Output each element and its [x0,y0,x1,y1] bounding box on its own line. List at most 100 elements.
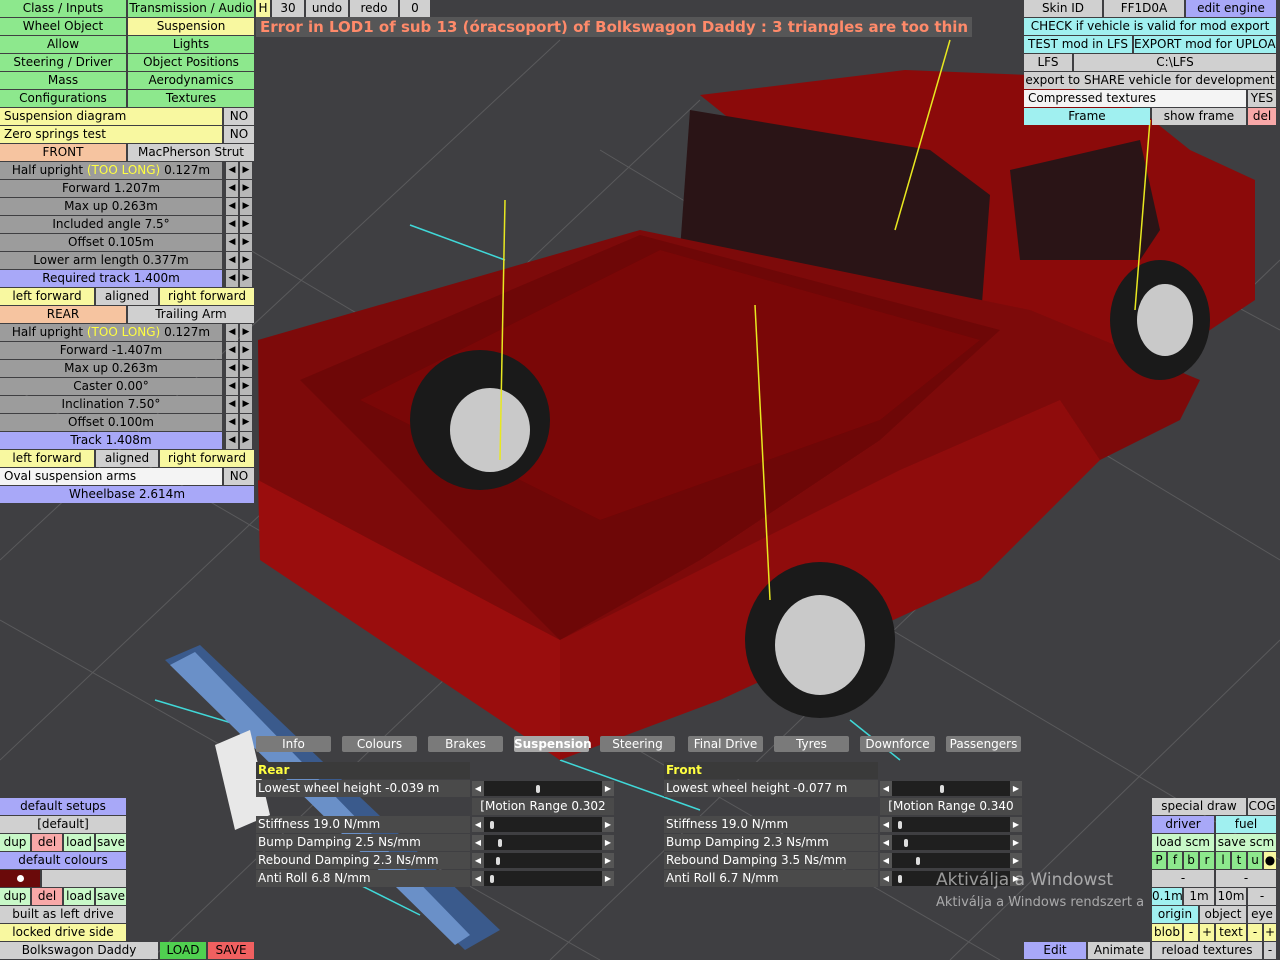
setup-load-button[interactable]: load [64,834,94,851]
menu-class-inputs[interactable]: Class / Inputs [0,0,126,17]
arrow-right-icon[interactable]: ▶ [240,396,252,413]
view-l-button[interactable]: l [1216,852,1230,869]
colour-swatch[interactable] [0,870,40,887]
arrow-left-icon[interactable]: ◀ [880,853,892,868]
zoom-minus-button[interactable]: - [1152,870,1214,887]
default-setups-button[interactable]: default setups [0,798,126,815]
tab-brakes[interactable]: Brakes [428,736,503,752]
colour-name-field[interactable] [42,870,126,887]
redo-button[interactable]: redo [350,0,398,17]
driver-button[interactable]: driver [1152,816,1214,833]
rear-type-select[interactable]: Trailing Arm [128,306,254,323]
front-left-forward[interactable]: left forward [0,288,94,305]
zoom-minus-button-2[interactable]: - [1216,870,1276,887]
load-scm-button[interactable]: load scm [1152,834,1214,851]
view-r-button[interactable]: r [1200,852,1214,869]
slider-knob[interactable] [536,785,540,793]
colour-dup-button[interactable]: dup [0,888,30,905]
animate-mode-button[interactable]: Animate [1088,942,1150,959]
tab-steering[interactable]: Steering [600,736,675,752]
blob-minus-button[interactable]: - [1184,924,1198,941]
menu-mass[interactable]: Mass [0,72,126,89]
text-button[interactable]: text [1216,924,1246,941]
test-mod-button[interactable]: TEST mod in LFS [1024,36,1132,53]
arrow-left-icon[interactable]: ◀ [226,414,238,431]
rear-aligned[interactable]: aligned [96,450,158,467]
blob-plus-button[interactable]: + [1200,924,1214,941]
slider-knob[interactable] [916,857,920,865]
tab-suspension[interactable]: Suspension [514,736,592,752]
tab-passengers[interactable]: Passengers [946,736,1021,752]
check-vehicle-button[interactable]: CHECK if vehicle is valid for mod export [1024,18,1276,35]
arrow-right-icon[interactable]: ▶ [1010,817,1022,832]
arrow-right-icon[interactable]: ▶ [240,180,252,197]
menu-wheel-object[interactable]: Wheel Object [0,18,126,35]
save-vehicle-button[interactable]: SAVE [208,942,254,959]
front-bump-slider[interactable]: ◀ ▶ [880,835,1022,850]
zero-springs-label[interactable]: Zero springs test [0,126,222,143]
view-dot-button[interactable]: ● [1264,852,1276,869]
rear-right-forward[interactable]: right forward [160,450,254,467]
oval-arms-label[interactable]: Oval suspension arms [0,468,222,485]
arrow-right-icon[interactable]: ▶ [1010,835,1022,850]
tab-tyres[interactable]: Tyres [774,736,849,752]
arrow-right-icon[interactable]: ▶ [1010,781,1022,796]
arrow-left-icon[interactable]: ◀ [226,180,238,197]
step-value[interactable]: 30 [272,0,304,17]
arrow-left-icon[interactable]: ◀ [226,378,238,395]
load-vehicle-button[interactable]: LOAD [160,942,206,959]
menu-object-positions[interactable]: Object Positions [128,54,254,71]
view-b-button[interactable]: b [1184,852,1198,869]
arrow-left-icon[interactable]: ◀ [880,835,892,850]
h-button[interactable]: H [256,0,270,17]
colour-save-button[interactable]: save [96,888,126,905]
cog-button[interactable]: COG [1248,798,1276,815]
arrow-right-icon[interactable]: ▶ [602,817,614,832]
menu-aerodynamics[interactable]: Aerodynamics [128,72,254,89]
locked-drive-side-button[interactable]: locked drive side [0,924,126,941]
eye-button[interactable]: eye [1248,906,1276,923]
fuel-button[interactable]: fuel [1216,816,1276,833]
arrow-left-icon[interactable]: ◀ [226,234,238,251]
tab-colours[interactable]: Colours [342,736,417,752]
menu-suspension[interactable]: Suspension [128,18,254,35]
front-type-select[interactable]: MacPherson Strut [128,144,254,161]
front-rebound-slider[interactable]: ◀ ▶ [880,853,1022,868]
rear-lowest-slider[interactable]: ◀ ▶ [472,781,614,796]
zero-springs-toggle[interactable]: NO [224,126,254,143]
arrow-left-icon[interactable]: ◀ [472,835,484,850]
slider-knob[interactable] [498,839,502,847]
arrow-left-icon[interactable]: ◀ [226,324,238,341]
view-t-button[interactable]: t [1232,852,1246,869]
text-plus-button[interactable]: + [1264,924,1276,941]
menu-allow[interactable]: Allow [0,36,126,53]
arrow-left-icon[interactable]: ◀ [226,432,238,449]
menu-configurations[interactable]: Configurations [0,90,126,107]
arrow-right-icon[interactable]: ▶ [240,252,252,269]
menu-textures[interactable]: Textures [128,90,254,107]
arrow-left-icon[interactable]: ◀ [226,162,238,179]
arrow-left-icon[interactable]: ◀ [472,871,484,886]
export-share-button[interactable]: export to SHARE vehicle for development [1024,72,1276,89]
arrow-left-icon[interactable]: ◀ [226,342,238,359]
compressed-textures-label[interactable]: Compressed textures [1024,90,1246,107]
view-p-button[interactable]: P [1152,852,1166,869]
setup-dup-button[interactable]: dup [0,834,30,851]
colour-del-button[interactable]: del [32,888,62,905]
special-draw-button[interactable]: special draw [1152,798,1246,815]
front-right-forward[interactable]: right forward [160,288,254,305]
edit-mode-button[interactable]: Edit [1024,942,1086,959]
save-scm-button[interactable]: save scm [1216,834,1276,851]
menu-steering-driver[interactable]: Steering / Driver [0,54,126,71]
tab-final-drive[interactable]: Final Drive [688,736,763,752]
export-mod-button[interactable]: EXPORT mod for UPLOAD [1134,36,1276,53]
arrow-right-icon[interactable]: ▶ [602,781,614,796]
arrow-right-icon[interactable]: ▶ [1010,853,1022,868]
arrow-right-icon[interactable]: ▶ [240,378,252,395]
setup-del-button[interactable]: del [32,834,62,851]
view-u-button[interactable]: u [1248,852,1262,869]
arrow-left-icon[interactable]: ◀ [472,853,484,868]
arrow-left-icon[interactable]: ◀ [880,871,892,886]
lfs-path-field[interactable]: C:\LFS [1074,54,1276,71]
slider-knob[interactable] [898,875,902,883]
